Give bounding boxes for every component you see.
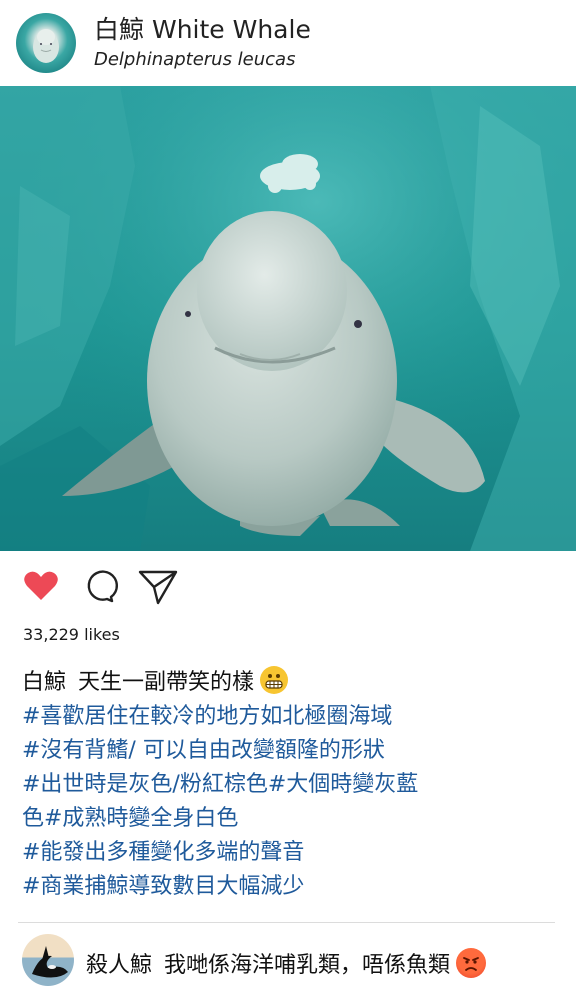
hashtag-line[interactable]: 色#成熟時變全身白色 (22, 802, 562, 836)
beluga-photo-illustration (0, 86, 576, 551)
comment-icon[interactable] (79, 566, 119, 606)
hashtag-line[interactable]: #喜歡居住在較冷的地方如北極圈海域 (22, 700, 562, 734)
heart-icon[interactable] (21, 566, 61, 606)
divider (18, 922, 555, 923)
account-name-english: White Whale (151, 15, 311, 44)
action-bar (0, 566, 576, 610)
hashtag-line[interactable]: #商業捕鯨導致數目大幅減少 (22, 870, 562, 904)
comment-author[interactable]: 殺人鯨 (86, 953, 152, 978)
hashtag-line[interactable]: #出世時是灰色/粉紅棕色#大個時變灰藍 (22, 768, 562, 802)
caption-author[interactable]: 白鯨 (22, 670, 66, 695)
likes-count[interactable]: 33,229 likes (23, 624, 120, 646)
orca-avatar-image (32, 946, 68, 978)
hashtag-line[interactable]: #能發出多種變化多端的聲音 (22, 836, 562, 870)
caption-text: 天生一副帶笑的樣 (78, 670, 255, 695)
grimacing-face-icon (260, 666, 289, 694)
beluga-avatar-image (33, 29, 59, 63)
hashtag-line[interactable]: #沒有背鰭/ 可以自由改變額隆的形狀 (22, 734, 562, 768)
send-icon[interactable] (137, 566, 178, 606)
post-photo[interactable] (0, 86, 576, 551)
comment-body: 殺人鯨 我哋係海洋哺乳類，唔係魚類 (86, 948, 487, 981)
caption-first-line: 白鯨 天生一副帶笑的樣 (22, 666, 562, 700)
post-caption: 白鯨 天生一副帶笑的樣 #喜歡居住在較冷的地方如北極圈海域 #沒有背鰭/ 可以自由… (22, 666, 562, 904)
angry-face-icon (456, 948, 487, 978)
scientific-name: Delphinapterus leucas (94, 49, 296, 70)
comment-row: 殺人鯨 我哋係海洋哺乳類，唔係魚類 (0, 930, 576, 1000)
account-name[interactable]: 白鯨 White Whale (94, 15, 311, 45)
profile-avatar[interactable] (16, 13, 76, 73)
commenter-avatar[interactable] (22, 934, 74, 986)
account-name-chinese: 白鯨 (94, 15, 145, 44)
post-header: 白鯨 White Whale Delphinapterus leucas (0, 0, 576, 86)
comment-text: 我哋係海洋哺乳類，唔係魚類 (164, 953, 451, 978)
